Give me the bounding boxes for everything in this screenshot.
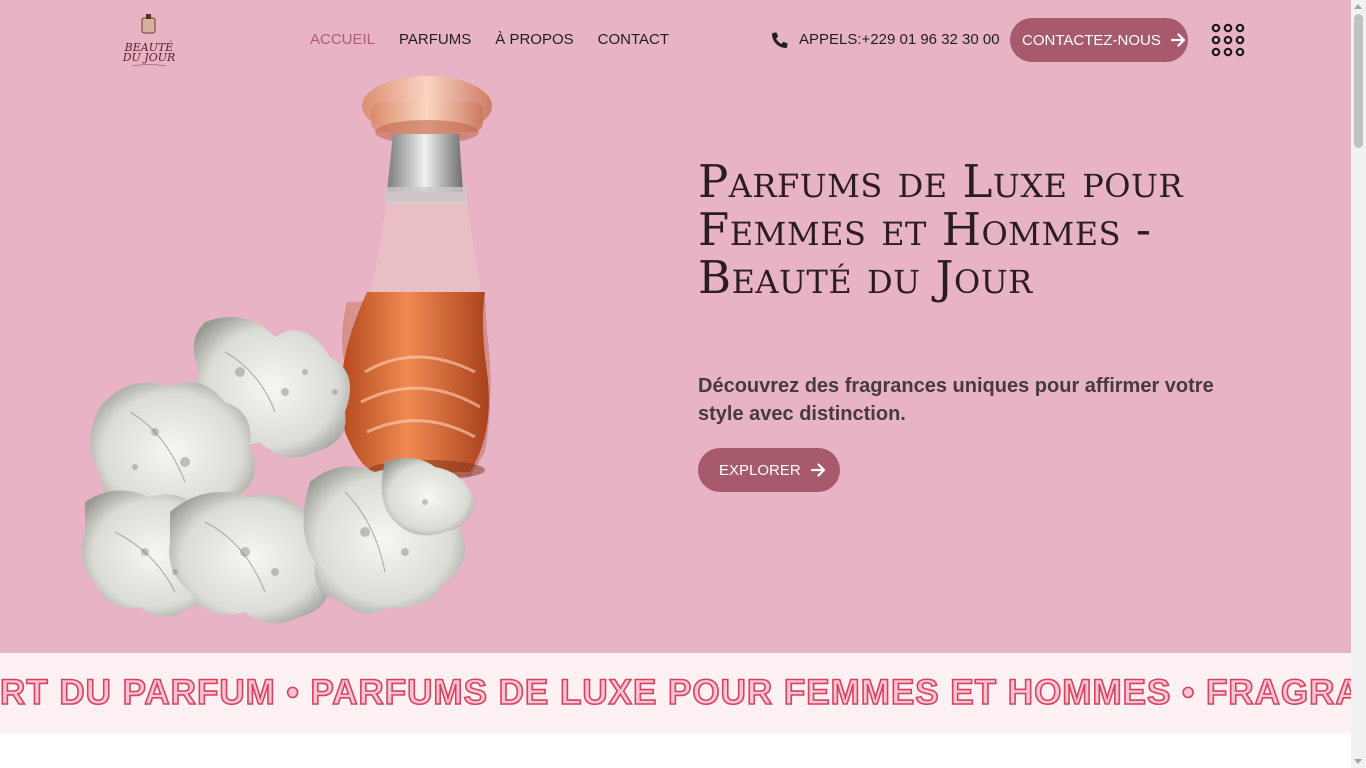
marquee-band: RT DU PARFUM • PARFUMS DE LUXE POUR FEMM… bbox=[0, 653, 1351, 733]
brand-logo[interactable]: BEAUTÉ DU JOUR bbox=[118, 10, 180, 70]
arrow-right-icon bbox=[1170, 33, 1185, 47]
grid-menu-icon[interactable] bbox=[1211, 23, 1245, 57]
phone-text: APPELS:+229 01 96 32 30 00 bbox=[799, 31, 1000, 48]
perfume-bottle-image bbox=[81, 76, 492, 624]
logo-text-line2: DU JOUR bbox=[122, 51, 176, 64]
hero-subtitle: Découvrez des fragrances uniques pour af… bbox=[698, 375, 1214, 425]
arrow-right-icon bbox=[810, 463, 825, 477]
scroll-down-arrow-icon[interactable] bbox=[1354, 759, 1362, 764]
main-nav: ACCUEIL PARFUMS À PROPOS CONTACT bbox=[310, 31, 669, 48]
contact-us-label: CONTACTEZ-NOUS bbox=[1022, 31, 1161, 49]
contact-us-button[interactable]: CONTACTEZ-NOUS bbox=[1010, 18, 1188, 62]
page-scrollbar[interactable] bbox=[1351, 0, 1366, 768]
scroll-up-arrow-icon[interactable] bbox=[1354, 4, 1362, 9]
marquee-text: RT DU PARFUM • PARFUMS DE LUXE POUR FEMM… bbox=[0, 672, 1351, 713]
nav-item-parfums[interactable]: PARFUMS bbox=[399, 31, 471, 48]
nav-item-contact[interactable]: CONTACT bbox=[598, 31, 669, 48]
nav-item-a-propos[interactable]: À PROPOS bbox=[495, 31, 573, 48]
explore-button[interactable]: EXPLORER bbox=[698, 448, 840, 492]
phone-icon bbox=[772, 31, 788, 48]
phone-contact[interactable]: APPELS:+229 01 96 32 30 00 bbox=[772, 31, 1000, 48]
page: BEAUTÉ DU JOUR ACCUEIL PARFUMS À PROPOS … bbox=[0, 0, 1351, 768]
hero-section: BEAUTÉ DU JOUR ACCUEIL PARFUMS À PROPOS … bbox=[0, 0, 1351, 653]
scroll-thumb[interactable] bbox=[1354, 14, 1363, 148]
hero-title: Parfums de Luxe pour Femmes et Hommes - … bbox=[698, 155, 1184, 304]
explore-label: EXPLORER bbox=[719, 461, 801, 479]
nav-item-accueil[interactable]: ACCUEIL bbox=[310, 31, 375, 48]
